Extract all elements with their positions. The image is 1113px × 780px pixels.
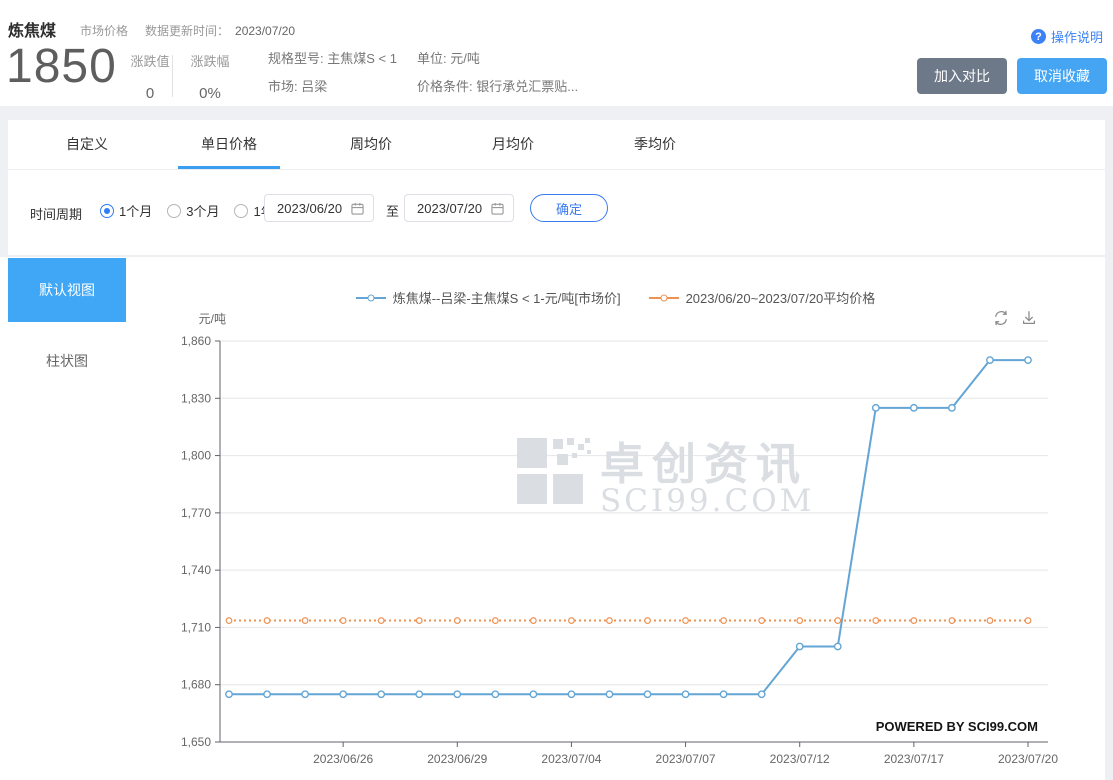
- date-to-input[interactable]: 2023/07/20: [404, 194, 514, 222]
- radio-dot-icon: [234, 203, 249, 218]
- tab-bar: 自定义 单日价格 周均价 月均价 季均价: [8, 120, 1105, 170]
- page-title: 炼焦煤: [8, 23, 57, 40]
- help-link[interactable]: ? 操作说明: [1030, 27, 1103, 46]
- svg-text:POWERED BY SCI99.COM: POWERED BY SCI99.COM: [876, 719, 1038, 734]
- radio-dot-icon: [167, 203, 182, 218]
- spec-condition: 价格条件: 银行承兑汇票贴...: [417, 79, 579, 94]
- unfavorite-button[interactable]: 取消收藏: [1017, 58, 1107, 94]
- calendar-icon: [491, 202, 504, 215]
- radio-3-month-label: 3个月: [186, 204, 220, 219]
- update-time: 数据更新时间： 2023/07/20: [145, 22, 295, 39]
- spec-model: 规格型号: 主焦煤S < 1: [268, 51, 397, 66]
- radio-3-month[interactable]: 3个月: [167, 201, 219, 220]
- svg-text:2023/07/07: 2023/07/07: [656, 752, 716, 766]
- confirm-button[interactable]: 确定: [530, 194, 608, 222]
- chart-legend: 炼焦煤--吕梁-主焦煤S < 1-元/吨[市场价] 2023/06/20~202…: [126, 288, 1105, 307]
- date-from-value: 2023/06/20: [277, 200, 343, 216]
- change-value-label: 涨跌值: [130, 54, 170, 69]
- price-type-label: 市场价格: [80, 24, 129, 38]
- update-time-label: 数据更新时间：: [145, 24, 230, 38]
- tab-daily-price[interactable]: 单日价格: [158, 120, 300, 169]
- svg-text:2023/07/20: 2023/07/20: [998, 752, 1058, 766]
- tabs-filter-card: 自定义 单日价格 周均价 月均价 季均价 时间周期 1个月 3个月 1年 202…: [8, 120, 1105, 255]
- tab-weekly-avg[interactable]: 周均价: [300, 120, 442, 169]
- chart-toolbar: [992, 309, 1038, 327]
- tab-quarterly-avg[interactable]: 季均价: [584, 120, 726, 169]
- svg-text:1,650: 1,650: [181, 735, 211, 749]
- period-radio-group: 1个月 3个月 1年: [100, 201, 274, 220]
- svg-text:1,740: 1,740: [181, 563, 211, 577]
- svg-text:2023/07/04: 2023/07/04: [541, 752, 601, 766]
- legend-label-market-price: 炼焦煤--吕梁-主焦煤S < 1-元/吨[市场价]: [392, 291, 621, 306]
- price-chart: 1,650 1,680 1,710 1,740 1,770 1,800 1,830 1,860…: [181, 312, 1058, 766]
- date-to-value: 2023/07/20: [417, 200, 483, 216]
- line-marker-icon: [648, 293, 679, 303]
- spec-market: 市场: 吕梁: [268, 79, 328, 94]
- chart-card: 默认视图 柱状图 1,650 1,680 1,710 1,740 1,770 1,800 1…: [0, 257, 1105, 780]
- change-pct-label: 涨跌幅: [190, 54, 230, 69]
- radio-dot-icon: [100, 203, 114, 218]
- filter-row: 时间周期 1个月 3个月 1年 2023/06/20: [8, 170, 1105, 254]
- svg-text:2023/06/26: 2023/06/26: [313, 752, 373, 766]
- change-value-block: 涨跌值 0: [126, 51, 174, 102]
- period-label: 时间周期: [30, 207, 83, 222]
- svg-text:卓创资讯: 卓创资讯: [600, 440, 808, 489]
- legend-item-average-price[interactable]: 2023/06/20~2023/07/20平均价格: [648, 288, 876, 307]
- change-value: 0: [145, 85, 155, 102]
- spec-column-1: 规格型号: 主焦煤S < 1 市场: 吕梁: [268, 51, 397, 95]
- radio-1-month[interactable]: 1个月: [100, 201, 152, 220]
- svg-text:SCI99.COM: SCI99.COM: [600, 483, 814, 519]
- spec-unit: 单位: 元/吨: [417, 51, 480, 66]
- legend-item-market-price[interactable]: 炼焦煤--吕梁-主焦煤S < 1-元/吨[市场价]: [355, 288, 621, 307]
- svg-text:2023/07/12: 2023/07/12: [770, 752, 830, 766]
- change-pct-block: 涨跌幅 0%: [184, 51, 236, 102]
- header: 炼焦煤 市场价格 数据更新时间： 2023/07/20 1850 涨跌值 0 涨跌…: [0, 0, 1113, 106]
- date-from-input[interactable]: 2023/06/20: [264, 194, 374, 222]
- svg-text:1,800: 1,800: [181, 449, 211, 463]
- radio-1-month-label: 1个月: [119, 204, 153, 219]
- watermark: 卓创资讯SCI99.COM: [517, 438, 814, 519]
- download-icon[interactable]: [1020, 309, 1038, 327]
- divider: [172, 55, 173, 97]
- calendar-icon: [351, 202, 364, 215]
- tab-custom[interactable]: 自定义: [16, 120, 158, 169]
- current-price: 1850: [6, 40, 117, 93]
- add-compare-button[interactable]: 加入对比: [917, 58, 1007, 94]
- svg-text:1,770: 1,770: [181, 506, 211, 520]
- date-range-to-label: 至: [386, 204, 400, 219]
- legend-label-average-price: 2023/06/20~2023/07/20平均价格: [685, 291, 876, 306]
- svg-text:1,680: 1,680: [181, 678, 211, 692]
- line-marker-icon: [355, 293, 386, 303]
- svg-text:2023/06/29: 2023/06/29: [427, 752, 487, 766]
- update-time-value: 2023/07/20: [235, 24, 296, 38]
- svg-text:元/吨: 元/吨: [199, 312, 226, 326]
- spec-column-2: 单位: 元/吨 价格条件: 银行承兑汇票贴...: [417, 51, 578, 95]
- refresh-icon[interactable]: [992, 309, 1010, 327]
- svg-text:1,860: 1,860: [181, 334, 211, 348]
- help-label: 操作说明: [1050, 30, 1103, 45]
- change-pct-value: 0%: [199, 85, 221, 102]
- svg-text:2023/07/17: 2023/07/17: [884, 752, 944, 766]
- svg-text:1,830: 1,830: [181, 391, 211, 405]
- svg-text:1,710: 1,710: [181, 620, 211, 634]
- question-icon: ?: [1030, 29, 1046, 44]
- tab-monthly-avg[interactable]: 月均价: [442, 120, 584, 169]
